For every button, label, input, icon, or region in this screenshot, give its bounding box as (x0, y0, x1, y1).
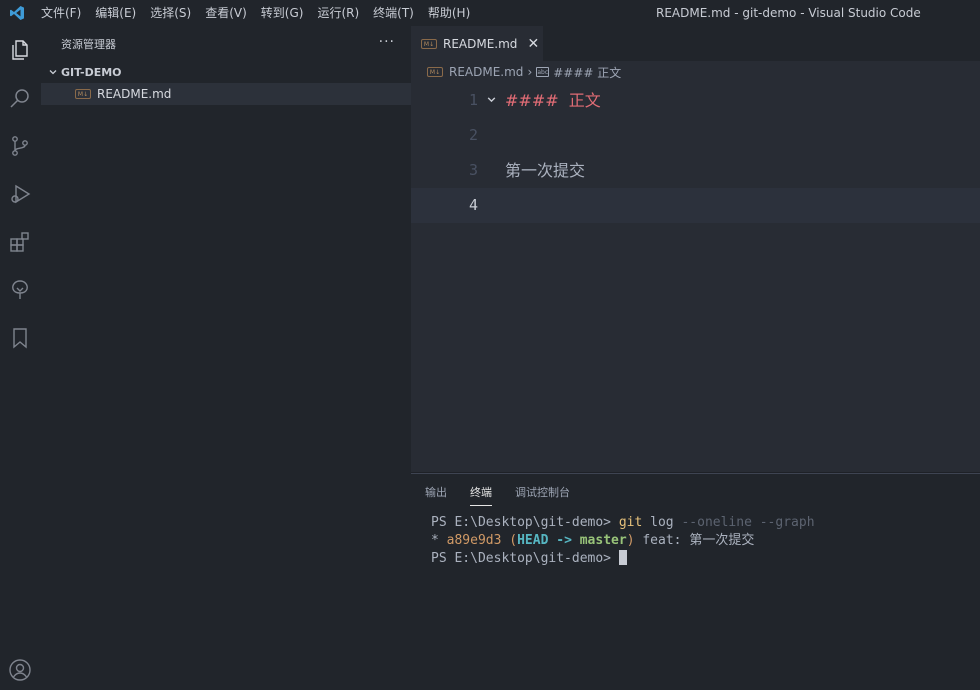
code-editor[interactable]: 1 #### 正文 2 3 第一次提交 4 (411, 83, 980, 223)
panel-tabs: 输出 终端 调试控制台 (411, 474, 980, 509)
code-text: 第一次提交 (505, 161, 586, 180)
terminal-line: * a89e9d3 (HEAD -> master) feat: 第一次提交 (431, 532, 980, 550)
source-control-icon[interactable] (4, 130, 36, 162)
menu-bar: 文件(F) 编辑(E) 选择(S) 查看(V) 转到(G) 运行(R) 终端(T… (34, 0, 477, 26)
breadcrumb: M↓ README.md › abc #### 正文 (411, 61, 980, 83)
folder-git-demo[interactable]: GIT-DEMO (41, 61, 411, 83)
tab-readme[interactable]: M↓ README.md ✕ (411, 26, 543, 61)
explorer-sidebar: 资源管理器 ··· GIT-DEMO M↓ README.md (41, 26, 411, 690)
bookmark-icon[interactable] (4, 322, 36, 354)
fold-chevron-icon[interactable] (486, 83, 497, 118)
terminal-line: PS E:\Desktop\git-demo> git log --onelin… (431, 514, 980, 532)
remote-tree-icon[interactable] (4, 274, 36, 306)
close-icon[interactable]: ✕ (527, 36, 539, 52)
file-readme[interactable]: M↓ README.md (41, 83, 411, 105)
menu-file[interactable]: 文件(F) (34, 0, 88, 26)
folder-label: GIT-DEMO (61, 65, 122, 79)
line-number: 4 (468, 196, 478, 214)
terminal-args: log (642, 515, 682, 530)
window-title: README.md - git-demo - Visual Studio Cod… (656, 6, 921, 20)
breadcrumb-separator-icon: › (527, 65, 533, 79)
breadcrumb-file[interactable]: README.md (449, 65, 523, 79)
tab-output[interactable]: 输出 (425, 480, 447, 504)
ref-branch: master (579, 533, 627, 548)
terminal-prompt: PS E:\Desktop\git-demo> (431, 515, 619, 530)
code-line[interactable]: 3 第一次提交 (411, 153, 980, 188)
title-bar: 文件(F) 编辑(E) 选择(S) 查看(V) 转到(G) 运行(R) 终端(T… (0, 0, 980, 26)
menu-view[interactable]: 查看(V) (198, 0, 254, 26)
code-line[interactable]: 2 (411, 118, 980, 153)
ref-close: ) (626, 533, 635, 548)
vscode-logo-icon (6, 2, 28, 24)
menu-selection[interactable]: 选择(S) (143, 0, 198, 26)
markdown-file-icon: M↓ (75, 89, 91, 99)
commit-hash: a89e9d3 (446, 533, 502, 548)
menu-terminal[interactable]: 终端(T) (366, 0, 421, 26)
line-number: 1 (468, 91, 478, 109)
editor-group: M↓ README.md ✕ M↓ README.md › abc #### 正… (411, 26, 980, 472)
account-icon[interactable] (4, 654, 36, 686)
menu-edit[interactable]: 编辑(E) (88, 0, 143, 26)
markdown-file-icon: M↓ (427, 67, 443, 77)
breadcrumb-symbol[interactable]: #### 正文 (553, 64, 621, 81)
tab-label: README.md (443, 37, 518, 51)
search-icon[interactable] (4, 82, 36, 114)
activity-bar (0, 26, 41, 690)
line-number: 2 (468, 126, 478, 144)
ref-open: ( (501, 533, 518, 548)
menu-run[interactable]: 运行(R) (310, 0, 366, 26)
terminal-line: PS E:\Desktop\git-demo> (431, 550, 980, 568)
explorer-icon[interactable] (4, 34, 36, 66)
code-line[interactable]: 1 #### 正文 (411, 83, 980, 118)
graph-star: * (431, 533, 447, 548)
menu-help[interactable]: 帮助(H) (421, 0, 477, 26)
file-label: README.md (97, 87, 172, 101)
terminal-prompt: PS E:\Desktop\git-demo> (431, 551, 619, 566)
ref-head: HEAD -> (517, 533, 580, 548)
terminal-flags: --oneline --graph (681, 515, 815, 530)
terminal-cursor (618, 550, 627, 565)
chevron-down-icon (45, 67, 61, 77)
markdown-file-icon: M↓ (421, 39, 437, 49)
tab-terminal[interactable]: 终端 (470, 480, 492, 506)
tab-bar: M↓ README.md ✕ (411, 26, 980, 61)
terminal[interactable]: PS E:\Desktop\git-demo> git log --onelin… (411, 509, 980, 568)
line-number: 3 (468, 161, 478, 179)
more-actions-icon[interactable]: ··· (379, 34, 395, 50)
sidebar-title: 资源管理器 (61, 37, 116, 51)
extensions-icon[interactable] (4, 226, 36, 258)
bottom-panel: 输出 终端 调试控制台 PS E:\Desktop\git-demo> git … (411, 473, 980, 690)
terminal-command: git (618, 515, 643, 530)
commit-message: feat: 第一次提交 (634, 533, 755, 548)
run-debug-icon[interactable] (4, 178, 36, 210)
code-text: #### 正文 (505, 91, 601, 110)
code-line-current[interactable]: 4 (411, 188, 980, 223)
tab-debug-console[interactable]: 调试控制台 (515, 480, 570, 504)
symbol-string-icon: abc (536, 67, 550, 77)
menu-go[interactable]: 转到(G) (254, 0, 311, 26)
sidebar-header: 资源管理器 ··· (41, 26, 411, 61)
